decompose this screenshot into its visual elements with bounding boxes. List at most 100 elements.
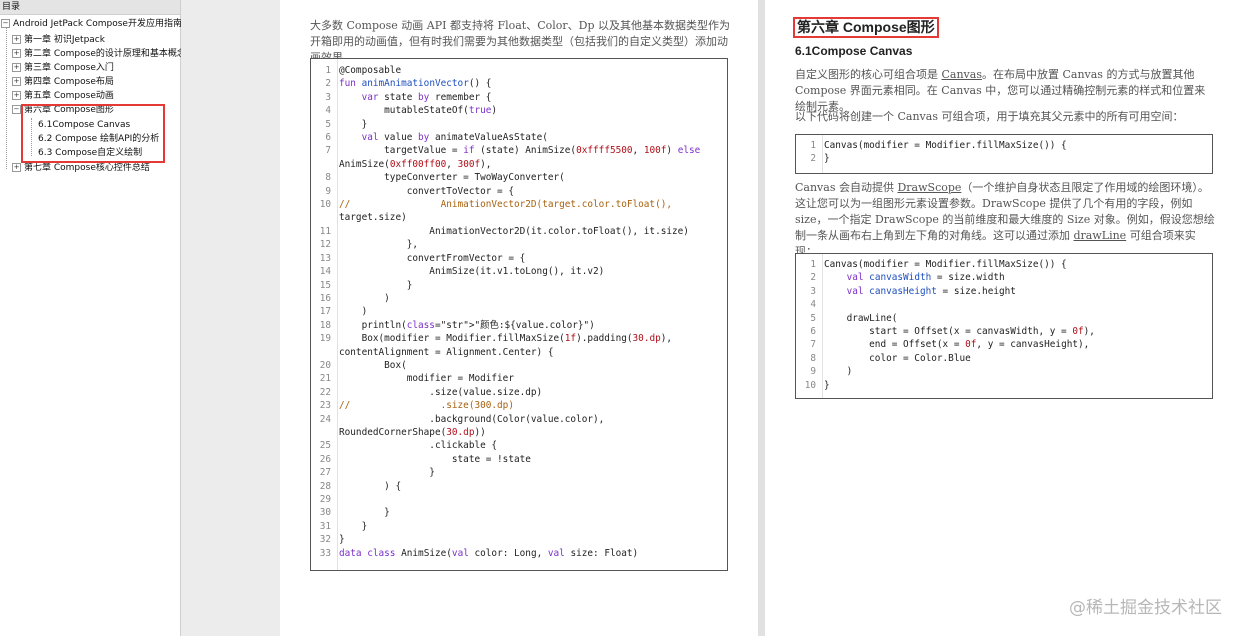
code-text: }, — [339, 239, 419, 251]
line-number: 6 — [325, 132, 331, 144]
line-number: 4 — [325, 105, 331, 117]
code-anim-line: 11 AnimationVector2D(it.color.toFloat(),… — [311, 225, 727, 238]
code-canvas-line: 1 Canvas(modifier = Modifier.fillMaxSize(… — [796, 139, 1212, 152]
line-number: 13 — [319, 252, 331, 264]
toc-chapter-3[interactable]: + 第三章 Compose入门 — [12, 61, 114, 75]
line-number: 8 — [325, 172, 331, 184]
code-anim-line: RoundedCornerShape(30.dp)) — [311, 426, 727, 439]
document-page-right: 第六章 Compose图形 6.1Compose Canvas 自定义图形的核心… — [765, 0, 1240, 636]
toc-highlight-box — [21, 104, 165, 163]
toc-chapter-4[interactable]: + 第四章 Compose布局 — [12, 75, 114, 89]
expand-icon[interactable]: + — [12, 35, 21, 44]
code-anim-line: 6 val value by animateValueAsState( — [311, 131, 727, 144]
line-number: 6 — [810, 326, 816, 338]
expand-icon[interactable]: + — [12, 91, 21, 100]
line-number: 30 — [319, 507, 331, 519]
line-number: 1 — [810, 140, 816, 151]
code-anim-line: 23 // .size(300.dp) — [311, 399, 727, 412]
code-drawline-line: 9 ) — [796, 365, 1212, 378]
code-text: convertToVector = { — [339, 185, 514, 197]
code-anim-line: 32} — [311, 533, 727, 546]
code-text: modifier = Modifier — [339, 373, 514, 385]
code-text: contentAlignment = Alignment.Center) { — [339, 346, 554, 358]
code-anim-line: 19 Box(modifier = Modifier.fillMaxSize(1… — [311, 332, 727, 345]
code-anim-line: 28 ) { — [311, 480, 727, 493]
toc-chapter-1[interactable]: + 第一章 初识Jetpack — [12, 33, 105, 47]
code-anim-line: 18 println(class="str">"颜色:${value.color… — [311, 319, 727, 332]
expand-icon[interactable]: + — [12, 49, 21, 58]
toc-panel: 目录 − Android JetPack Compose开发应用指南 + 第一章 初… — [0, 0, 186, 636]
line-number: 25 — [319, 440, 331, 452]
code-block-canvas: 1 Canvas(modifier = Modifier.fillMaxSize(… — [795, 134, 1213, 174]
toc-chapter-5[interactable]: + 第五章 Compose动画 — [12, 89, 114, 103]
code-anim-line: 27 } — [311, 466, 727, 479]
collapse-icon[interactable]: − — [1, 19, 10, 28]
code-anim-line: 25 .clickable { — [311, 439, 727, 452]
code-text: ) — [824, 366, 853, 378]
code-anim-line: 30 } — [311, 506, 727, 519]
code-text: Box( — [339, 359, 407, 371]
code-drawline-line: 4 — [796, 298, 1212, 311]
code-drawline-line: 5 drawLine( — [796, 312, 1212, 325]
code-text: start = Offset(x = canvasWidth, y = 0f), — [824, 326, 1095, 338]
code-anim-line: 2 fun animAnimationVector() { — [311, 77, 727, 90]
expand-icon[interactable]: + — [12, 163, 21, 172]
code-text: Canvas(modifier = Modifier.fillMaxSize()… — [824, 140, 1067, 151]
code-anim-line: 29 — [311, 493, 727, 506]
line-number: 11 — [319, 225, 331, 237]
code-text: target.size) — [339, 212, 407, 224]
code-anim-line: 16 ) — [311, 292, 727, 305]
line-number: 2 — [810, 272, 816, 284]
code-text: var state by remember { — [361, 91, 492, 103]
code-text: .background(Color(value.color), — [339, 413, 605, 425]
line-number: 14 — [319, 266, 331, 278]
drawscope-link[interactable]: DrawScope — [897, 181, 961, 194]
toc-chapter-7[interactable]: + 第七章 Compose核心控件总结 — [12, 161, 150, 175]
drawline-link[interactable]: drawLine — [1074, 229, 1127, 242]
expand-icon[interactable]: + — [12, 77, 21, 86]
toc-root[interactable]: − Android JetPack Compose开发应用指南 — [1, 17, 182, 31]
paragraph-canvas-code-intro: 以下代码将创建一个 Canvas 可组合项，用于填充其父元素中的所有可用空间： — [795, 110, 1184, 123]
code-text: color = Color.Blue — [824, 352, 971, 364]
code-text: drawLine( — [824, 312, 898, 324]
code-text: .size(value.size.dp) — [339, 386, 543, 398]
line-number: 7 — [810, 339, 816, 351]
code-text: } — [824, 153, 830, 165]
code-text: fun animAnimationVector() { — [339, 78, 492, 90]
line-number: 10 — [804, 379, 816, 391]
code-anim-line: 5 } — [311, 118, 727, 131]
collapse-icon[interactable]: − — [12, 105, 21, 114]
line-number: 7 — [325, 145, 331, 157]
code-anim-line: 31 } — [311, 520, 727, 533]
line-number: 5 — [810, 312, 816, 324]
line-number: 1 — [810, 259, 816, 270]
workspace-gutter — [181, 0, 280, 636]
code-text: val canvasHeight = size.height — [846, 285, 1016, 297]
line-number: 28 — [319, 480, 331, 492]
line-number: 1 — [325, 65, 331, 76]
code-text: } — [339, 507, 390, 519]
line-number: 22 — [319, 386, 331, 398]
code-anim-line: 12 }, — [311, 238, 727, 251]
line-number: 19 — [319, 333, 331, 345]
line-number: 17 — [319, 306, 331, 318]
canvas-link[interactable]: Canvas — [942, 68, 982, 81]
line-number: 4 — [810, 299, 816, 311]
code-anim-line: 26 state = !state — [311, 453, 727, 466]
line-number: 16 — [319, 292, 331, 304]
code-anim-line: 1 @Composable — [311, 64, 727, 77]
line-number: 3 — [810, 285, 816, 297]
code-text: typeConverter = TwoWayConverter( — [339, 172, 565, 184]
toc-chapter-2[interactable]: + 第二章 Compose的设计原理和基本概念 — [12, 47, 186, 61]
line-number: 2 — [810, 153, 816, 165]
code-text: } — [339, 279, 413, 291]
code-text: targetValue = if (state) AnimSize(0xffff… — [339, 145, 701, 157]
code-anim-line: 14 AnimSize(it.v1.toLong(), it.v2) — [311, 265, 727, 278]
code-canvas-line: 2} — [796, 152, 1212, 165]
line-number: 23 — [319, 400, 331, 412]
expand-icon[interactable]: + — [12, 63, 21, 72]
line-number: 12 — [319, 239, 331, 251]
line-number: 2 — [325, 78, 331, 90]
code-anim-line: 33 data class AnimSize(val color: Long, v… — [311, 547, 727, 560]
line-number: 33 — [319, 547, 331, 559]
